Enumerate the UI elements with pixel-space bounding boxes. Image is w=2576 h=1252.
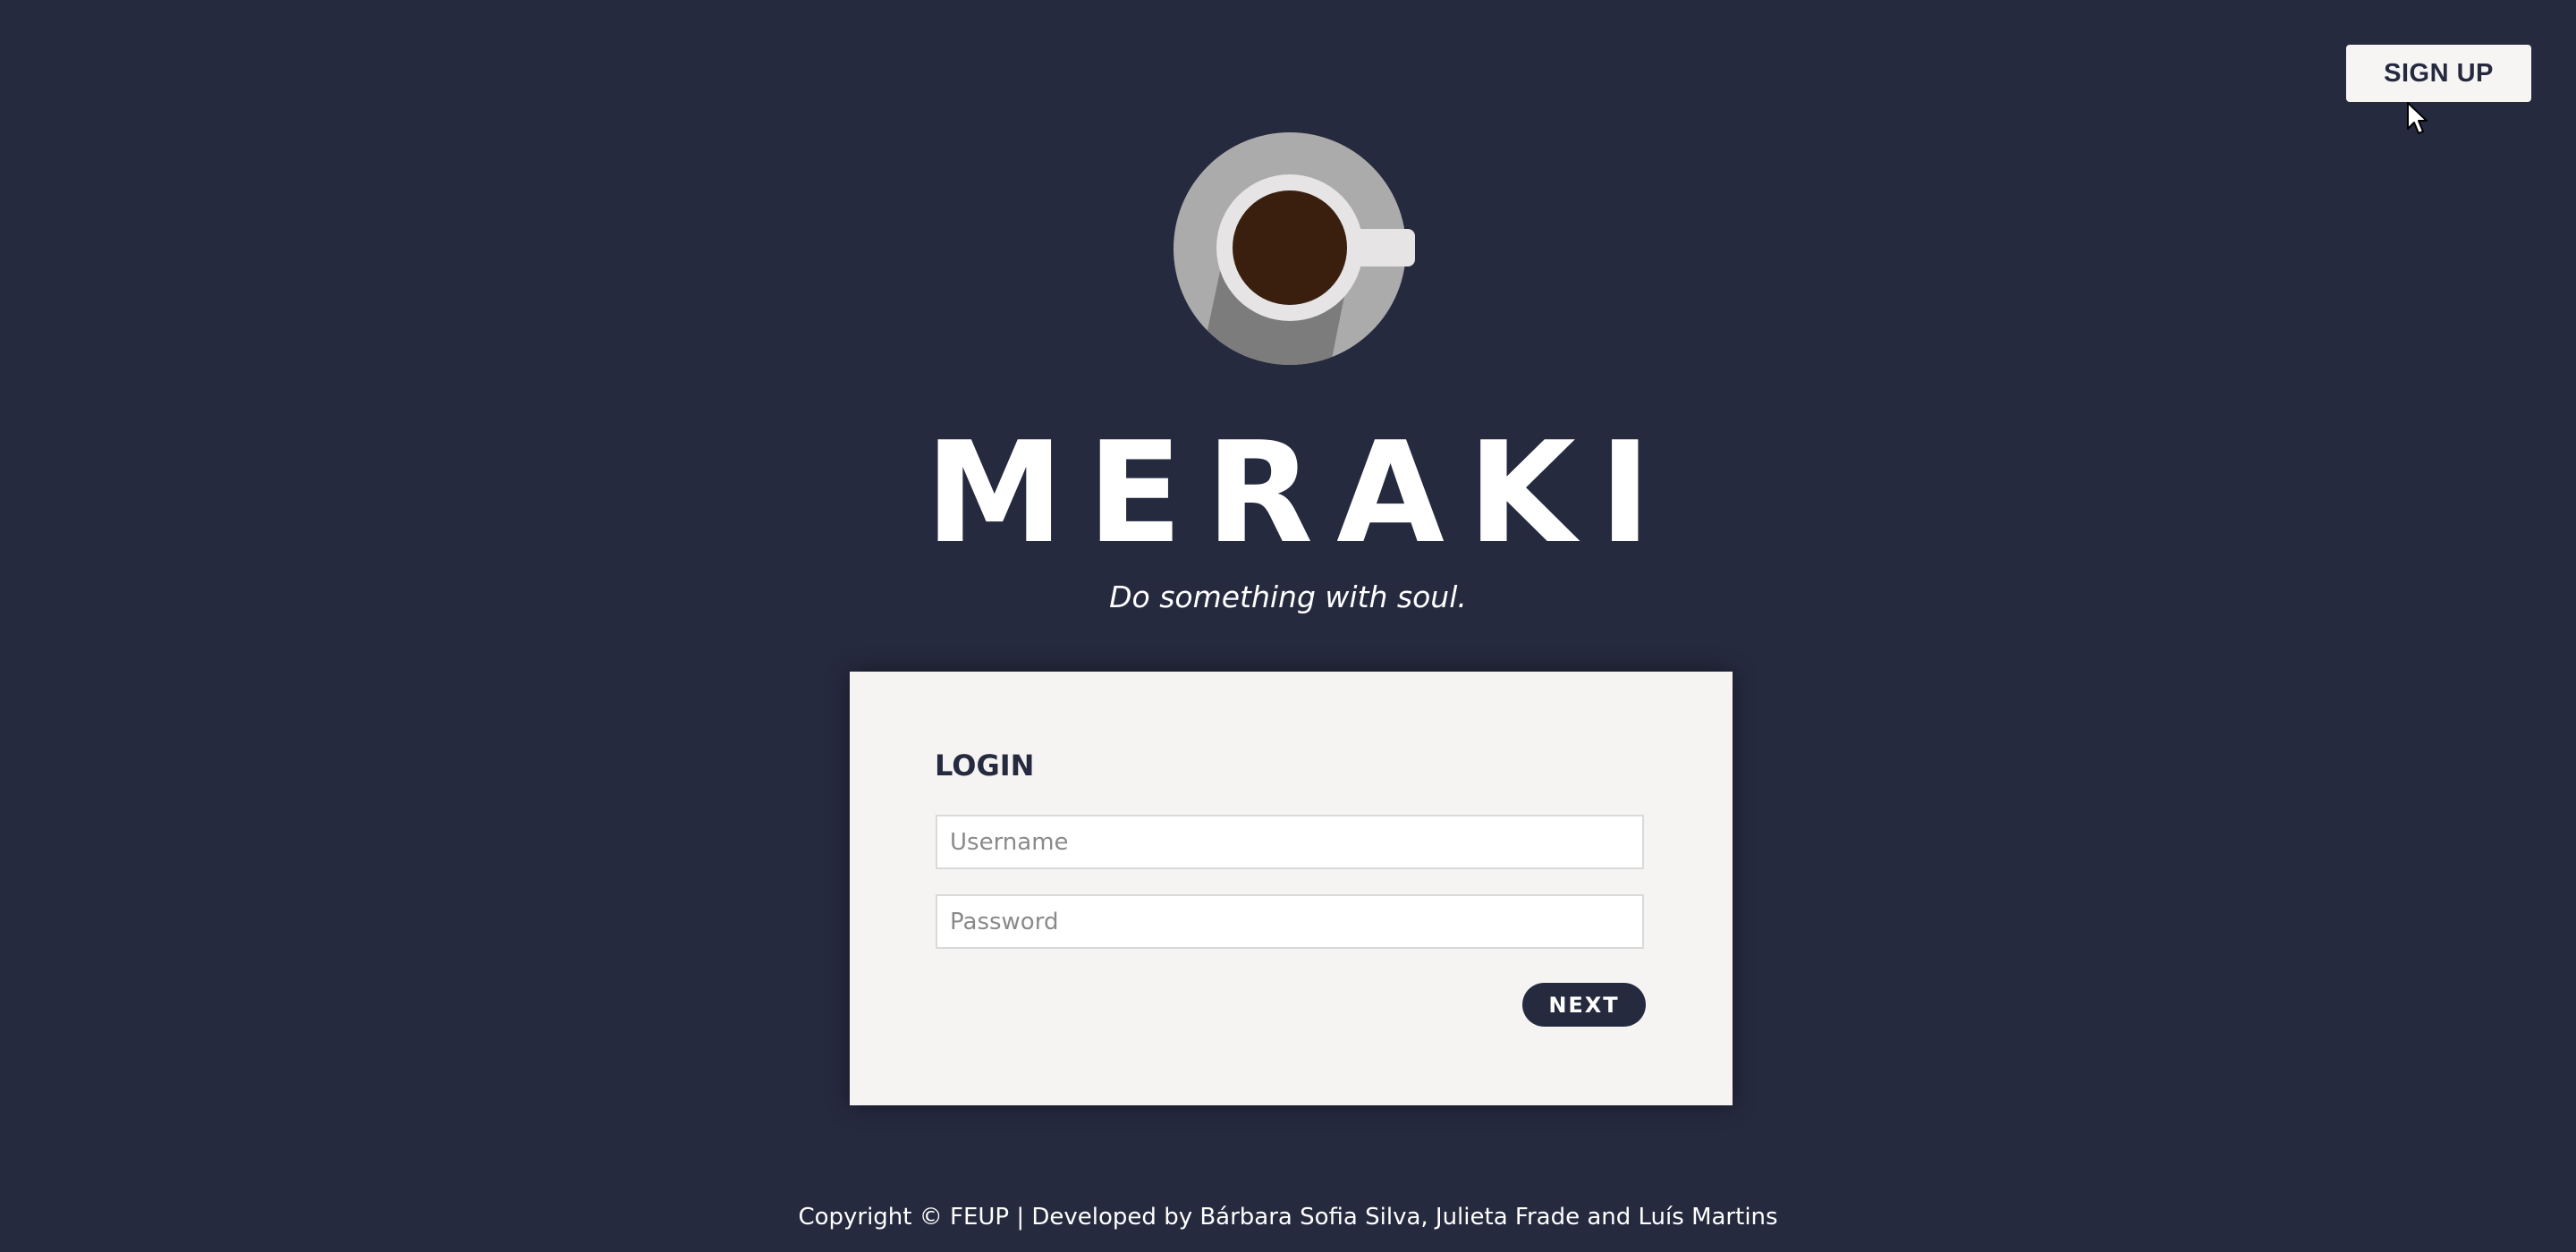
brand-title: MERAKI bbox=[925, 411, 1674, 574]
brand-tagline: Do something with soul. bbox=[1109, 579, 1467, 614]
login-card: LOGIN NEXT bbox=[850, 672, 1733, 1105]
login-heading: LOGIN bbox=[935, 749, 1035, 782]
password-input[interactable] bbox=[936, 894, 1644, 949]
sign-up-button[interactable]: SIGN UP bbox=[2346, 45, 2531, 102]
coffee-cup-logo-icon bbox=[1174, 132, 1415, 365]
mouse-cursor-icon bbox=[2407, 102, 2428, 134]
next-button[interactable]: NEXT bbox=[1522, 983, 1646, 1027]
username-input[interactable] bbox=[936, 815, 1644, 869]
footer-copyright: Copyright © FEUP | Developed by Bárbara … bbox=[798, 1204, 1778, 1231]
